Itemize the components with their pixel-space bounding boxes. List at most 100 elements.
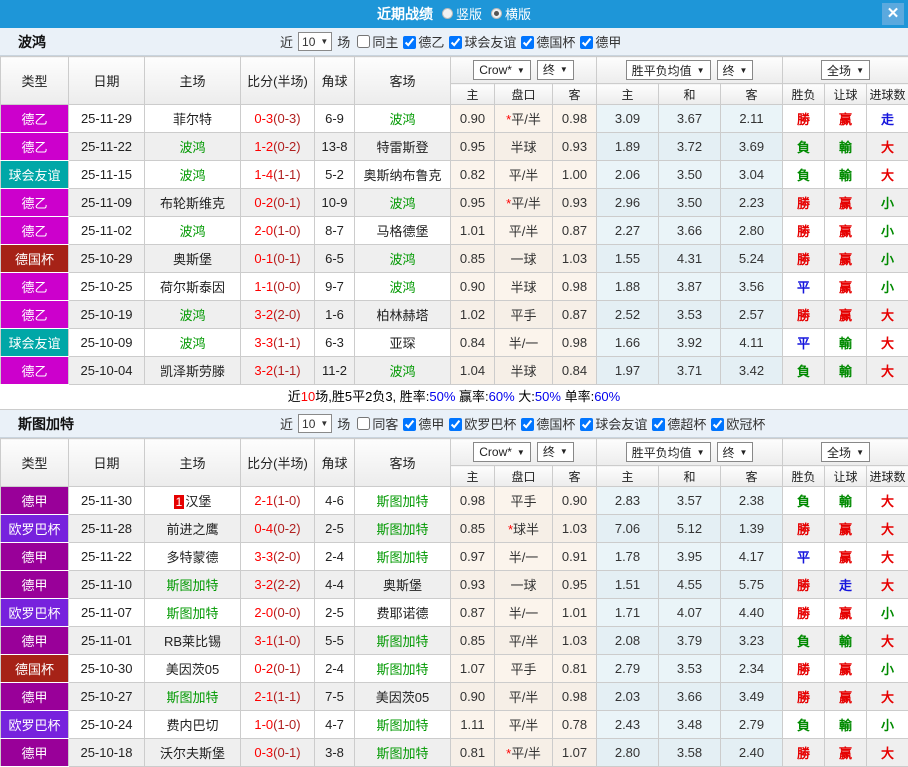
league-checkbox-球会友谊[interactable] (580, 418, 593, 431)
bookmaker-select[interactable]: Crow*▼ (473, 442, 531, 462)
europe-odds-cell: 2.43 (597, 711, 659, 739)
filter-controls: 近10▼场同主德乙球会友谊德国杯德甲 (280, 32, 621, 51)
col-score-header: 比分(半场) (241, 439, 315, 487)
same-venue-label[interactable]: 同主 (372, 32, 398, 51)
league-checkbox-label[interactable]: 欧冠杯 (726, 417, 765, 432)
titlebar-center: 近期战绩竖版横版 (377, 4, 531, 24)
scope-select[interactable]: 全场▼ (821, 442, 870, 462)
league-checkbox-label[interactable]: 德国杯 (536, 417, 575, 432)
same-venue-label[interactable]: 同客 (372, 414, 398, 433)
handicap-odds-cell: 0.90 (451, 105, 495, 133)
handicap-odds-cell: 1.11 (451, 711, 495, 739)
home-team-cell: RB莱比锡 (145, 627, 241, 655)
final-odds-select[interactable]: 终▼ (537, 442, 574, 462)
league-checkbox-label[interactable]: 德乙 (418, 35, 444, 50)
europe-odds-cell: 2.34 (721, 655, 783, 683)
league-checkbox-球会友谊[interactable] (449, 36, 462, 49)
handicap-result-cell: 赢 (825, 273, 867, 301)
match-row: 德乙25-10-25荷尔斯泰因1-1(0-0)9-7波鸿0.90半球0.981.… (1, 273, 908, 301)
europe-odds-cell: 1.51 (597, 571, 659, 599)
league-checkbox-德国杯[interactable] (521, 418, 534, 431)
handicap-odds-cell: 0.93 (553, 133, 597, 161)
half-score: (2-0) (273, 549, 300, 564)
handicap-odds-cell: 0.85 (451, 515, 495, 543)
match-count-select[interactable]: 10▼ (298, 32, 332, 51)
europe-odds-cell: 3.66 (659, 683, 721, 711)
match-row: 欧罗巴杯25-11-07斯图加特2-0(0-0)2-5费耶诺德0.87半/一1.… (1, 599, 908, 627)
league-checkbox-label[interactable]: 德国杯 (536, 35, 575, 50)
corner-cell: 5-2 (315, 161, 355, 189)
league-checkbox-德甲[interactable] (403, 418, 416, 431)
league-checkbox-label[interactable]: 球会友谊 (464, 35, 516, 50)
final-odds-select[interactable]: 终▼ (537, 60, 574, 80)
result-char: 赢 (839, 112, 852, 127)
handicap-result-cell: 輸 (825, 627, 867, 655)
score-cell: 1-0(1-0) (241, 711, 315, 739)
away-team-cell: 斯图加特 (355, 655, 451, 683)
scope-select[interactable]: 全场▼ (821, 60, 870, 80)
league-checkbox-欧冠杯[interactable] (711, 418, 724, 431)
result-cell: 平 (783, 329, 825, 357)
match-count-select[interactable]: 10▼ (298, 414, 332, 433)
layout-radio-label[interactable]: 竖版 (456, 4, 482, 23)
score-cell: 3-2(1-1) (241, 357, 315, 385)
league-checkbox-label[interactable]: 欧罗巴杯 (464, 417, 516, 432)
europe-odds-cell: 1.66 (597, 329, 659, 357)
same-venue-checkbox[interactable] (357, 35, 370, 48)
away-team-name: 波鸿 (389, 112, 415, 127)
same-venue-checkbox[interactable] (357, 417, 370, 430)
away-team-cell: 柏林赫塔 (355, 301, 451, 329)
league-checkbox-德甲[interactable] (580, 36, 593, 49)
league-checkbox-label[interactable]: 球会友谊 (595, 417, 647, 432)
result-char: 大 (881, 634, 894, 649)
corner-cell: 6-9 (315, 105, 355, 133)
layout-radio-1[interactable] (491, 8, 502, 19)
league-checkbox-德乙[interactable] (403, 36, 416, 49)
goals-result-cell: 小 (867, 599, 908, 627)
league-checkbox-欧罗巴杯[interactable] (449, 418, 462, 431)
layout-radio-0[interactable] (442, 8, 453, 19)
europe-odds-cell: 4.31 (659, 245, 721, 273)
league-checkbox-label[interactable]: 德超杯 (667, 417, 706, 432)
home-team-name: 多特蒙德 (166, 550, 218, 565)
result-cell: 負 (783, 357, 825, 385)
result-char: 負 (797, 168, 810, 183)
league-checkbox-label[interactable]: 德甲 (595, 35, 621, 50)
full-score: 0-3 (254, 745, 273, 760)
final-europe-select[interactable]: 终▼ (717, 60, 754, 80)
league-checkbox-德国杯[interactable] (521, 36, 534, 49)
result-cell: 勝 (783, 571, 825, 599)
final-europe-select[interactable]: 终▼ (717, 442, 754, 462)
result-char: 勝 (797, 662, 810, 677)
home-team-cell: 费内巴切 (145, 711, 241, 739)
home-team-name: 波鸿 (179, 168, 205, 183)
handicap-odds-cell: 半球 (495, 273, 553, 301)
europe-odds-cell: 5.24 (721, 245, 783, 273)
league-checkbox-label[interactable]: 德甲 (418, 417, 444, 432)
home-team-name: 前进之鹰 (166, 522, 218, 537)
result-char: 勝 (797, 224, 810, 239)
home-team-name: 奥斯堡 (173, 252, 212, 267)
europe-odds-select[interactable]: 胜平负均值▼ (626, 442, 711, 462)
europe-odds-cell: 1.89 (597, 133, 659, 161)
handicap-odds-cell: 1.00 (553, 161, 597, 189)
goals-result-cell: 走 (867, 105, 908, 133)
result-char: 赢 (839, 252, 852, 267)
close-button[interactable]: ✕ (882, 3, 904, 25)
half-score: (1-0) (273, 223, 300, 238)
league-checkbox-德超杯[interactable] (652, 418, 665, 431)
col-home-header: 主场 (145, 439, 241, 487)
goals-result-cell: 大 (867, 487, 908, 515)
full-score: 1-4 (254, 167, 273, 182)
result-char: 大 (881, 690, 894, 705)
bookmaker-select[interactable]: Crow*▼ (473, 60, 531, 80)
europe-odds-cell: 2.08 (597, 627, 659, 655)
date-cell: 25-11-29 (69, 105, 145, 133)
away-team-name: 波鸿 (389, 364, 415, 379)
away-team-cell: 马格德堡 (355, 217, 451, 245)
away-team-name: 波鸿 (389, 252, 415, 267)
europe-odds-select[interactable]: 胜平负均值▼ (626, 60, 711, 80)
layout-radio-label[interactable]: 横版 (505, 4, 531, 23)
away-team-cell: 波鸿 (355, 105, 451, 133)
half-score: (0-1) (273, 745, 300, 760)
